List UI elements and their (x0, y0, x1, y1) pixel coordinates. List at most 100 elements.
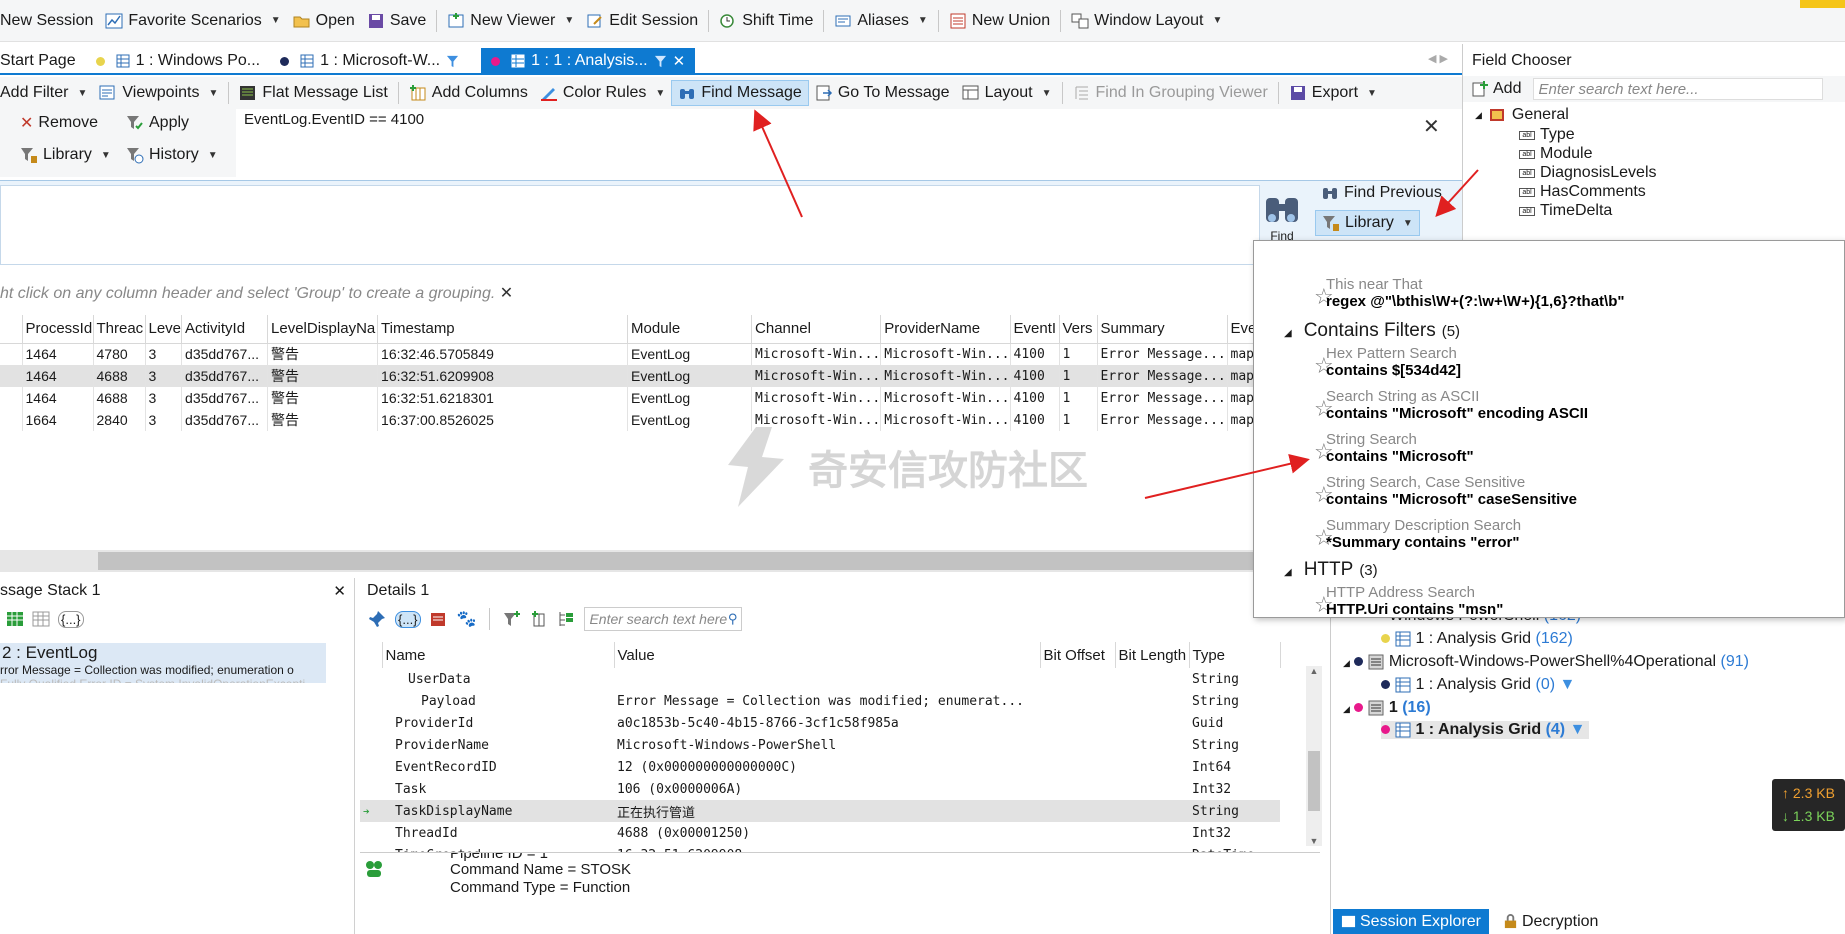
tab-analysis-grid[interactable]: 1 : 1 : Analysis... ✕ (481, 48, 696, 74)
find-library-button[interactable]: Library ▼ (1315, 210, 1420, 236)
braces-icon[interactable]: {...} (395, 610, 421, 628)
column-header[interactable]: Summary (1097, 315, 1228, 344)
tab-session-explorer[interactable]: Session Explorer (1333, 909, 1489, 934)
filter-expression-input[interactable]: EventLog.EventID == 4100 (236, 109, 1422, 173)
table-row[interactable]: 1464 4780 3 d35dd767... 警告 16:32:46.5705849 Ev… (0, 343, 1288, 365)
window-layout-button[interactable]: Window Layout ▼ (1065, 8, 1228, 34)
table-row[interactable]: ➔ TaskDisplayName 正在执行管道 String (360, 800, 1280, 822)
column-header[interactable]: Channel (751, 315, 882, 344)
column-header[interactable]: EventI (1010, 315, 1060, 344)
tab-start-page[interactable]: Start Page (0, 48, 86, 74)
tab-microsoft-windows[interactable]: 1 : Microsoft-W... (270, 48, 469, 74)
field-search-input[interactable]: Enter search text here... (1533, 78, 1824, 100)
column-header[interactable]: ProviderName (880, 315, 1011, 344)
remove-filter-button[interactable]: ✕ Remove (14, 110, 104, 136)
table-row[interactable]: 1664 2840 3 d35dd767... 警告 16:37:00.8526025 Ev… (0, 409, 1288, 431)
session-item[interactable]: ◢ Microsoft-Windows-PowerShell%4Operatio… (1343, 653, 1749, 671)
add-filter-button[interactable]: Add Filter ▼ (0, 80, 93, 106)
close-tab-icon[interactable]: ✕ (673, 52, 686, 70)
table-row[interactable]: ThreadId 4688 (0x00001250) Int32 (360, 822, 1280, 844)
find-button[interactable]: Find (1263, 192, 1301, 240)
edit-session-button[interactable]: Edit Session (580, 8, 704, 34)
table-row[interactable]: 1464 4688 3 d35dd767... 警告 16:32:51.6209908 Ev… (0, 365, 1288, 387)
details-vertical-scrollbar[interactable]: ▲ ▼ (1306, 666, 1322, 846)
library-item[interactable]: String Search, Case Sensitive contains "M… (1326, 474, 1577, 508)
field-group-general[interactable]: ◢ General (1475, 106, 1569, 124)
layout-button[interactable]: Layout ▼ (956, 80, 1058, 106)
braces-icon[interactable]: {...} (58, 610, 84, 628)
collapse-icon[interactable]: ◢ (1475, 110, 1482, 121)
save-button[interactable]: Save (361, 8, 432, 34)
field-item[interactable]: abl DiagnosisLevels (1519, 164, 1657, 182)
grid-horizontal-scrollbar[interactable] (0, 550, 1462, 572)
column-header[interactable]: Leve (145, 315, 183, 344)
table-row[interactable]: Payload Error Message = Collection was mo… (360, 690, 1280, 712)
viewpoints-button[interactable]: Viewpoints ▼ (93, 80, 224, 106)
tree-icon[interactable] (557, 610, 575, 628)
tab-windows-powershell[interactable]: 1 : Windows Po... (86, 48, 271, 74)
export-button[interactable]: Export ▼ (1283, 80, 1383, 106)
field-item[interactable]: abl HasComments (1519, 183, 1646, 201)
paw-icon[interactable]: 🐾 (457, 609, 477, 629)
table-row[interactable]: UserData String (360, 668, 1280, 690)
session-item[interactable]: ◢ 1 (16) (1343, 699, 1431, 717)
favorite-scenarios-button[interactable]: Favorite Scenarios ▼ (99, 8, 286, 34)
find-message-button[interactable]: Find Message (671, 80, 809, 106)
library-group-http[interactable]: ◢ HTTP (3) (1284, 559, 1378, 581)
new-union-button[interactable]: New Union (943, 8, 1056, 34)
flat-message-list-button[interactable]: Flat Message List (233, 80, 393, 106)
field-item[interactable]: abl Module (1519, 145, 1592, 163)
scrollbar-down-icon[interactable]: ▼ (1306, 836, 1322, 846)
column-header[interactable]: Vers (1059, 315, 1098, 344)
table-row[interactable]: EventRecordID 12 (0x000000000000000C) Int6… (360, 756, 1280, 778)
column-header[interactable]: LevelDisplayNa (267, 315, 379, 344)
field-item[interactable]: abl TimeDelta (1519, 202, 1612, 220)
new-viewer-button[interactable]: New Viewer ▼ (441, 8, 580, 34)
collapse-icon[interactable]: ◢ (1343, 658, 1350, 668)
library-item[interactable]: Summary Description Search *Summary conta… (1326, 517, 1521, 551)
collapse-icon[interactable]: ◢ (1343, 704, 1350, 714)
column-header[interactable]: Bit Length (1115, 642, 1190, 668)
table-view-icon[interactable] (6, 610, 24, 628)
table-row[interactable]: 1464 4688 3 d35dd767... 警告 16:32:51.6218301 Ev… (0, 387, 1288, 409)
column-header[interactable]: Type (1189, 642, 1281, 668)
scrollbar-thumb[interactable] (1308, 751, 1320, 811)
filter-history-button[interactable]: History ▼ (120, 142, 224, 168)
new-session-button[interactable]: New Session (0, 8, 99, 34)
message-stack-item[interactable]: 2 : EventLog rror Message = Collection w… (0, 643, 326, 683)
close-filter-icon[interactable]: ✕ (1423, 114, 1440, 139)
open-button[interactable]: Open (287, 8, 361, 34)
add-columns-button[interactable]: Add Columns (403, 80, 534, 106)
find-in-grouping-viewer-button[interactable]: Find In Grouping Viewer (1067, 80, 1274, 106)
library-item[interactable]: HTTP Address Search HTTP.Uri contains "ms… (1326, 584, 1503, 617)
table-row[interactable]: ProviderId a0c1853b-5c40-4b15-8766-3cf1c5… (360, 712, 1280, 734)
find-message-input[interactable] (0, 185, 1260, 265)
shift-time-button[interactable]: Shift Time (713, 8, 819, 34)
add-filter-icon[interactable] (503, 610, 521, 628)
library-item[interactable]: Hex Pattern Search contains $[534d42] (1326, 345, 1461, 379)
details-search-input[interactable]: Enter search text here ⚲ (584, 607, 743, 631)
session-item[interactable]: 1 : Analysis Grid (162) (1381, 630, 1573, 648)
column-header[interactable]: ActivityId (181, 315, 269, 344)
column-header[interactable]: Value (614, 642, 1041, 668)
collapse-icon[interactable]: ◢ (1284, 328, 1292, 339)
collapse-icon[interactable]: ◢ (1284, 567, 1292, 578)
aliases-button[interactable]: Aliases ▼ (828, 8, 933, 34)
scrollbar-up-icon[interactable]: ▲ (1306, 666, 1322, 676)
table-row[interactable]: Task 106 (0x0000006A) Int32 (360, 778, 1280, 800)
table-row[interactable]: ProviderName Microsoft-Windows-PowerShell… (360, 734, 1280, 756)
grid-view-icon[interactable] (32, 610, 50, 628)
apply-filter-button[interactable]: Apply (120, 110, 195, 136)
pin-icon[interactable] (368, 610, 386, 628)
export-details-icon[interactable] (430, 610, 448, 628)
column-header[interactable]: Timestamp (377, 315, 629, 344)
column-header[interactable]: Bit Offset (1040, 642, 1116, 668)
color-rules-button[interactable]: Color Rules ▼ (534, 80, 672, 106)
library-item[interactable]: This near That regex @"\bthis\W+(?:\w+\W+… (1326, 276, 1624, 310)
add-column-icon[interactable] (530, 610, 548, 628)
library-group-contains-filters[interactable]: ◢ Contains Filters (5) (1284, 320, 1460, 342)
column-header[interactable]: Name (382, 642, 615, 668)
find-previous-button[interactable]: Find Previous (1315, 180, 1448, 206)
tab-decryption[interactable]: Decryption (1499, 909, 1602, 934)
session-item[interactable]: 1 : Analysis Grid (0) ▼ (1381, 676, 1575, 694)
